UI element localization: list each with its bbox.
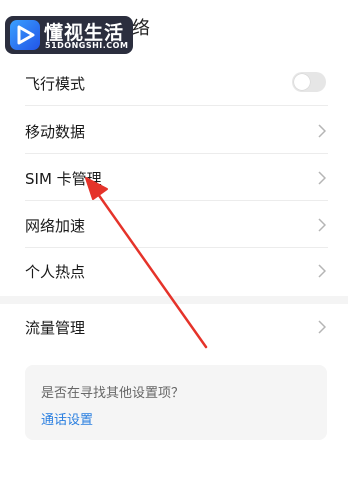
settings-row-sim-management[interactable]: SIM 卡管理 xyxy=(0,155,348,201)
play-logo-icon xyxy=(10,20,40,50)
page-title: 络 xyxy=(132,18,150,39)
settings-row-airplane-mode[interactable]: 飞行模式 xyxy=(0,60,348,106)
row-label: 流量管理 xyxy=(25,319,86,337)
row-label: 移动数据 xyxy=(25,123,86,141)
chevron-right-icon xyxy=(318,264,326,278)
chevron-right-icon xyxy=(318,171,326,185)
settings-row-network-acceleration[interactable]: 网络加速 xyxy=(0,202,348,248)
toggle-knob xyxy=(294,74,310,90)
row-label: 个人热点 xyxy=(25,263,86,281)
chevron-right-icon xyxy=(318,124,326,138)
watermark-logo: 懂视生活 51DONGSHI.COM xyxy=(5,16,133,54)
divider xyxy=(25,105,328,106)
call-settings-link[interactable]: 通话设置 xyxy=(41,409,93,428)
chevron-right-icon xyxy=(318,218,326,232)
divider xyxy=(25,200,328,201)
divider xyxy=(25,153,328,154)
suggestion-question: 是否在寻找其他设置项？ xyxy=(41,386,185,401)
row-label: 飞行模式 xyxy=(25,75,86,93)
row-label: 网络加速 xyxy=(25,217,86,235)
chevron-right-icon xyxy=(318,320,326,334)
airplane-mode-toggle[interactable] xyxy=(292,72,326,92)
settings-row-data-usage[interactable]: 流量管理 xyxy=(0,304,348,350)
settings-row-personal-hotspot[interactable]: 个人热点 xyxy=(0,248,348,294)
watermark-domain: 51DONGSHI.COM xyxy=(45,41,129,50)
row-label: SIM 卡管理 xyxy=(25,170,102,188)
suggestion-card: 是否在寻找其他设置项？ 通话设置 xyxy=(25,365,327,440)
section-separator xyxy=(0,296,348,304)
settings-row-mobile-data[interactable]: 移动数据 xyxy=(0,108,348,154)
